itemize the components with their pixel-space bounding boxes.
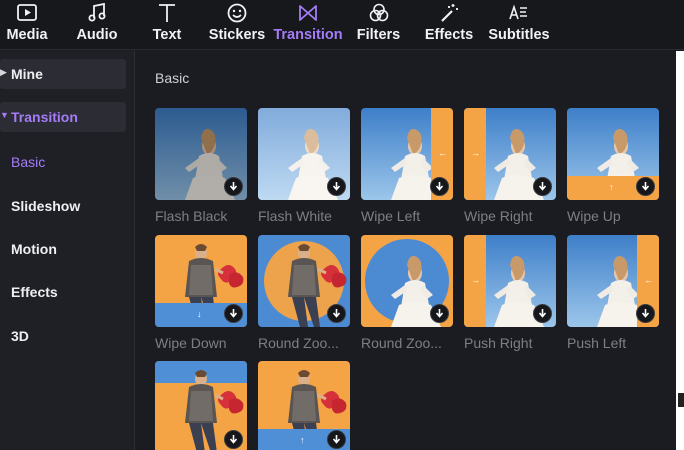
transition-name: Push Left (567, 335, 627, 351)
tab-effects-label: Effects (424, 27, 474, 43)
tab-text[interactable]: Text (146, 0, 188, 50)
transition-thumbnail[interactable] (361, 235, 453, 327)
transition-thumbnail[interactable]: ↑ (567, 108, 659, 200)
svg-text:→: → (471, 148, 480, 158)
smiley-icon (227, 3, 247, 23)
transition-thumbnail[interactable]: ↓ (155, 361, 247, 450)
sidebar-sub-slideshow[interactable]: Slideshow (11, 198, 80, 214)
tab-filters-label: Filters (356, 27, 401, 43)
download-button[interactable] (327, 304, 346, 323)
tab-media-label: Media (6, 27, 48, 43)
transition-name: Wipe Right (464, 208, 533, 224)
tab-audio-label: Audio (76, 27, 118, 43)
download-button[interactable] (327, 430, 346, 449)
tab-effects[interactable]: Effects (424, 0, 474, 50)
transition-thumbnail[interactable] (258, 235, 350, 327)
sidebar-sub-motion[interactable]: Motion (11, 241, 57, 257)
music-note-icon (88, 2, 106, 22)
tab-transition-label: Transition (273, 27, 343, 43)
transition-library-panel: Basic Flash Black Flash White ← Wipe Lef… (136, 51, 676, 450)
top-toolbar: Media Audio Text Stickers Transition Fil… (0, 0, 684, 50)
svg-text:↓: ↓ (197, 309, 202, 319)
transition-name: Round Zoo... (258, 335, 339, 351)
download-button[interactable] (533, 304, 552, 323)
sidebar-item-mine[interactable]: ▶ Mine (0, 59, 126, 89)
transition-name: Wipe Down (155, 335, 227, 351)
svg-text:→: → (471, 275, 480, 285)
transition-thumbnail[interactable] (258, 108, 350, 200)
scrollbar-thumb[interactable] (678, 393, 684, 407)
download-button[interactable] (430, 177, 449, 196)
magic-wand-icon (441, 4, 458, 22)
tab-audio[interactable]: Audio (73, 0, 121, 50)
media-icon (17, 4, 37, 21)
transition-thumbnail[interactable]: → (464, 108, 556, 200)
transition-thumbnail[interactable]: ↑ (258, 361, 350, 450)
svg-text:←: ← (644, 275, 653, 285)
text-t-icon (159, 4, 175, 22)
download-button[interactable] (533, 177, 552, 196)
download-button[interactable] (224, 304, 243, 323)
transition-thumbnail[interactable] (155, 108, 247, 200)
download-button[interactable] (636, 177, 655, 196)
expanded-arrow-icon: ▼ (0, 110, 9, 120)
transition-name: Wipe Left (361, 208, 421, 224)
download-button[interactable] (327, 177, 346, 196)
download-button[interactable] (224, 177, 243, 196)
transition-thumbnail[interactable]: ↓ (155, 235, 247, 327)
section-title: Basic (155, 70, 190, 86)
svg-text:↑: ↑ (300, 435, 305, 445)
tab-stickers[interactable]: Stickers (208, 0, 266, 50)
collapsed-arrow-icon: ▶ (0, 67, 7, 77)
svg-text:←: ← (438, 148, 447, 158)
bowtie-transition-icon (299, 5, 317, 21)
sidebar-item-mine-label: Mine (11, 66, 43, 82)
category-sidebar: ▶ Mine ▼ Transition Basic Slideshow Moti… (0, 51, 135, 450)
transition-name: Push Right (464, 335, 533, 351)
transition-thumbnail[interactable]: → (464, 235, 556, 327)
transition-name: Wipe Up (567, 208, 621, 224)
download-button[interactable] (636, 304, 655, 323)
sidebar-sub-effects[interactable]: Effects (11, 284, 58, 300)
filters-circles-icon (369, 3, 388, 22)
download-button[interactable] (224, 430, 243, 449)
tab-transition[interactable]: Transition (273, 0, 343, 50)
sidebar-sub-basic[interactable]: Basic (11, 154, 45, 170)
scrollbar-track[interactable] (676, 51, 684, 450)
transition-name: Flash White (258, 208, 332, 224)
transition-thumbnail[interactable]: ← (567, 235, 659, 327)
sidebar-item-transition[interactable]: ▼ Transition (0, 102, 126, 132)
tab-filters[interactable]: Filters (356, 0, 401, 50)
sidebar-item-transition-label: Transition (11, 109, 78, 125)
tab-stickers-label: Stickers (208, 27, 266, 43)
subtitles-ae-icon (509, 4, 527, 20)
svg-text:↑: ↑ (609, 182, 614, 192)
tab-text-label: Text (152, 27, 182, 43)
download-button[interactable] (430, 304, 449, 323)
sidebar-sub-3d[interactable]: 3D (11, 328, 29, 344)
transition-thumbnail[interactable]: ← (361, 108, 453, 200)
transition-name: Round Zoo... (361, 335, 442, 351)
transition-name: Flash Black (155, 208, 228, 224)
tab-subtitles-label: Subtitles (488, 27, 550, 43)
tab-media[interactable]: Media (2, 0, 52, 50)
tab-subtitles[interactable]: Subtitles (488, 0, 550, 50)
